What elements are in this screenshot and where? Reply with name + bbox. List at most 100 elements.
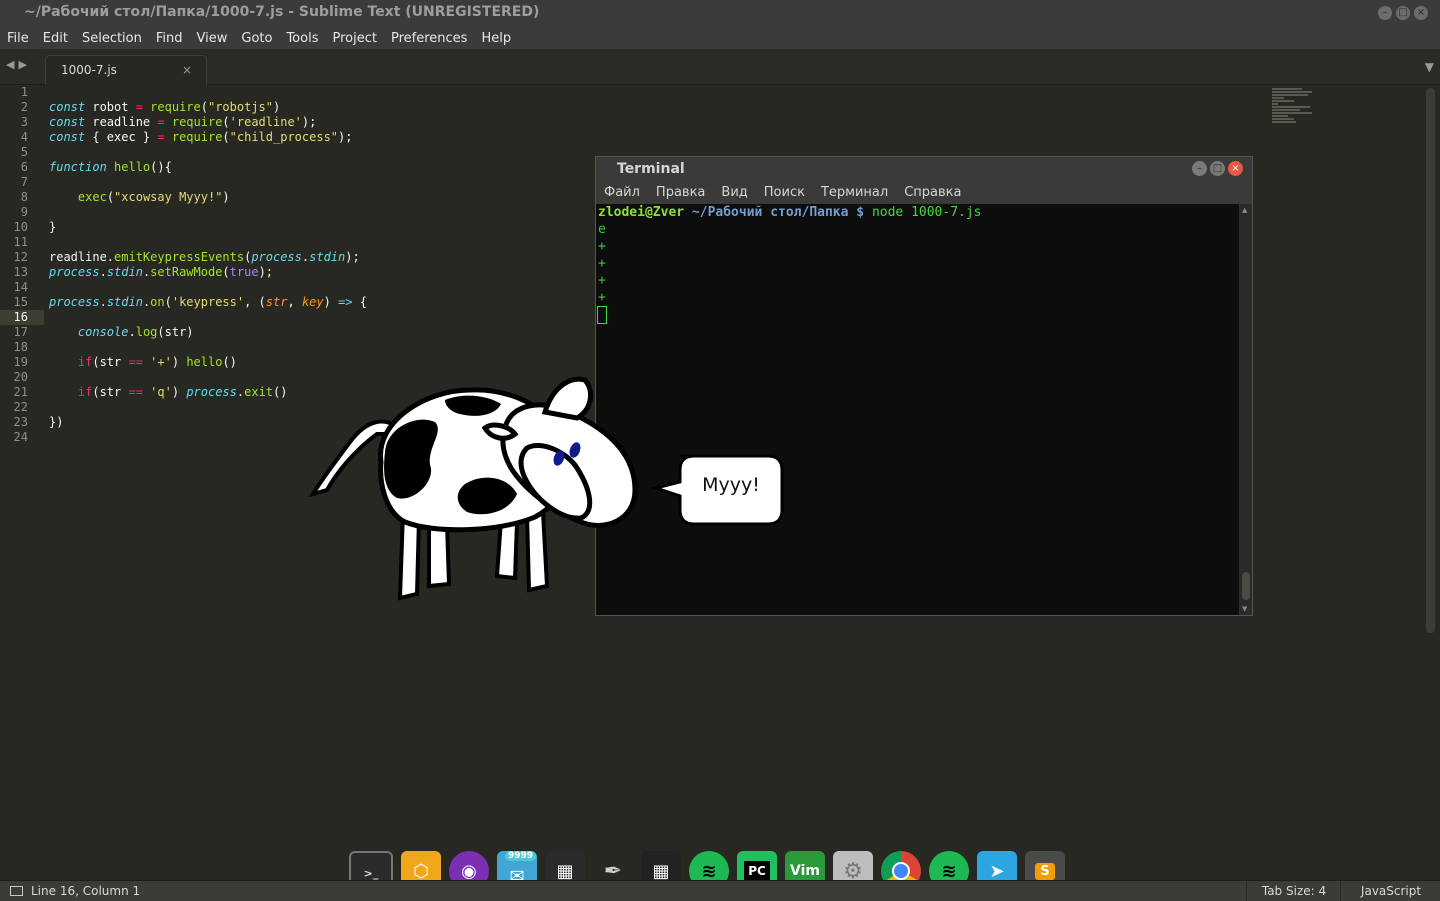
terminal-menu-edit[interactable]: Правка <box>648 182 713 204</box>
prompt-user: zlodei@Zver <box>598 205 685 220</box>
syntax-selector[interactable]: JavaScript <box>1340 881 1440 901</box>
line-number: 24 <box>13 430 28 444</box>
menu-project[interactable]: Project <box>325 27 383 49</box>
tab-nav-arrows-icon[interactable]: ◀▶ <box>6 58 31 71</box>
tab-1000-7-js[interactable]: 1000-7.js × <box>45 55 207 85</box>
code-line: if(str == '+') hello() <box>77 355 237 369</box>
line-number: 15 <box>13 295 28 309</box>
tab-close-icon[interactable]: × <box>182 63 192 77</box>
line-number: 7 <box>20 175 28 189</box>
line-number: 22 <box>13 400 28 414</box>
terminal-menu-file[interactable]: Файл <box>596 182 648 204</box>
line-number: 6 <box>20 160 28 174</box>
status-bar: Line 16, Column 1 Tab Size: 4 JavaScript <box>0 880 1440 901</box>
scroll-down-icon[interactable]: ▼ <box>1242 605 1247 613</box>
code-line: readline.emitKeypressEvents(process.stdi… <box>49 250 360 264</box>
terminal-titlebar[interactable]: Terminal – □ × <box>596 157 1252 182</box>
terminal-title: Terminal <box>617 161 685 177</box>
code-line: exec("xcowsay Myyy!") <box>77 190 230 204</box>
window-title: ~/Рабочий стол/Папка/1000-7.js - Sublime… <box>24 4 540 20</box>
maximize-icon[interactable]: □ <box>1396 6 1410 20</box>
minimap[interactable] <box>1272 88 1320 133</box>
terminal-menu-terminal[interactable]: Терминал <box>813 182 896 204</box>
terminal-minimize-icon[interactable]: – <box>1192 161 1207 176</box>
terminal-menu-help[interactable]: Справка <box>896 182 969 204</box>
terminal-prompt-line: zlodei@Zver ~/Рабочий стол/Папка $ node … <box>596 204 1239 221</box>
close-icon[interactable]: × <box>1414 6 1428 20</box>
line-number: 2 <box>20 100 28 114</box>
menu-preferences[interactable]: Preferences <box>384 27 474 49</box>
tab-size-selector[interactable]: Tab Size: 4 <box>1246 881 1341 901</box>
terminal-output-line: + <box>598 290 606 305</box>
terminal-scrollbar[interactable]: ▲ ▼ <box>1240 204 1252 615</box>
line-number: 4 <box>20 130 28 144</box>
code-line: function hello(){ <box>49 160 172 174</box>
terminal-maximize-icon[interactable]: □ <box>1210 161 1225 176</box>
scroll-up-icon[interactable]: ▲ <box>1242 206 1247 214</box>
menu-file[interactable]: File <box>0 27 36 49</box>
code-line: console.log(str) <box>77 325 194 339</box>
speech-bubble-text: Myyy! <box>702 474 760 496</box>
terminal-output[interactable]: zlodei@Zver ~/Рабочий стол/Папка $ node … <box>596 204 1239 615</box>
line-number: 12 <box>13 250 28 264</box>
tab-dropdown-icon[interactable]: ▼ <box>1425 60 1434 74</box>
code-line: process.stdin.setRawMode(true); <box>49 265 274 279</box>
prompt-command: node 1000-7.js <box>871 205 982 220</box>
panel-toggle-icon[interactable] <box>10 886 23 896</box>
window-titlebar: ~/Рабочий стол/Папка/1000-7.js - Sublime… <box>0 0 1440 27</box>
terminal-menu-search[interactable]: Поиск <box>756 182 813 204</box>
code-line: } <box>49 220 57 234</box>
line-number: 17 <box>13 325 28 339</box>
code-line: const robot = require("robotjs") <box>49 100 281 114</box>
menu-view[interactable]: View <box>190 27 235 49</box>
cursor-position: Line 16, Column 1 <box>31 884 141 898</box>
terminal-output-line: + <box>598 273 606 288</box>
line-number: 20 <box>13 370 28 384</box>
terminal-output-line: + <box>598 256 606 271</box>
terminal-window-controls: – □ × <box>1192 161 1243 176</box>
menu-help[interactable]: Help <box>474 27 518 49</box>
line-number: 10 <box>13 220 28 234</box>
tab-bar: ◀▶ 1000-7.js × ▼ <box>0 50 1440 85</box>
line-number-gutter: 1 2 3 4 5 6 7 8 9 10 11 12 13 14 15 16 1… <box>0 85 40 445</box>
menu-edit[interactable]: Edit <box>36 27 75 49</box>
prompt-path: ~/Рабочий стол/Папка $ <box>691 205 865 220</box>
tab-label: 1000-7.js <box>61 63 117 77</box>
menu-goto[interactable]: Goto <box>234 27 279 49</box>
code-line: const { exec } = require("child_process"… <box>49 130 353 144</box>
cow-image[interactable] <box>305 372 645 604</box>
terminal-close-icon[interactable]: × <box>1228 161 1243 176</box>
window-controls: – □ × <box>1378 6 1428 20</box>
line-number: 14 <box>13 280 28 294</box>
line-number: 9 <box>20 205 28 219</box>
line-number: 21 <box>13 385 28 399</box>
line-number: 8 <box>20 190 28 204</box>
minimize-icon[interactable]: – <box>1378 6 1392 20</box>
terminal-window[interactable]: Terminal – □ × Файл Правка Вид Поиск Тер… <box>595 156 1253 616</box>
line-number: 19 <box>13 355 28 369</box>
line-number: 5 <box>20 145 28 159</box>
editor-scrollbar[interactable] <box>1426 88 1435 633</box>
menu-selection[interactable]: Selection <box>75 27 149 49</box>
terminal-output-line: e <box>598 222 606 237</box>
terminal-scroll-thumb[interactable] <box>1242 572 1250 600</box>
line-number: 13 <box>13 265 28 279</box>
line-number: 11 <box>13 235 28 249</box>
code-line: const readline = require('readline'); <box>49 115 317 129</box>
line-number: 1 <box>20 85 28 99</box>
line-number: 23 <box>13 415 28 429</box>
menu-find[interactable]: Find <box>149 27 190 49</box>
line-number: 18 <box>13 340 28 354</box>
terminal-menu-view[interactable]: Вид <box>713 182 755 204</box>
line-number-current: 16 <box>13 310 28 324</box>
menu-tools[interactable]: Tools <box>279 27 325 49</box>
menu-bar: File Edit Selection Find View Goto Tools… <box>0 27 1440 50</box>
